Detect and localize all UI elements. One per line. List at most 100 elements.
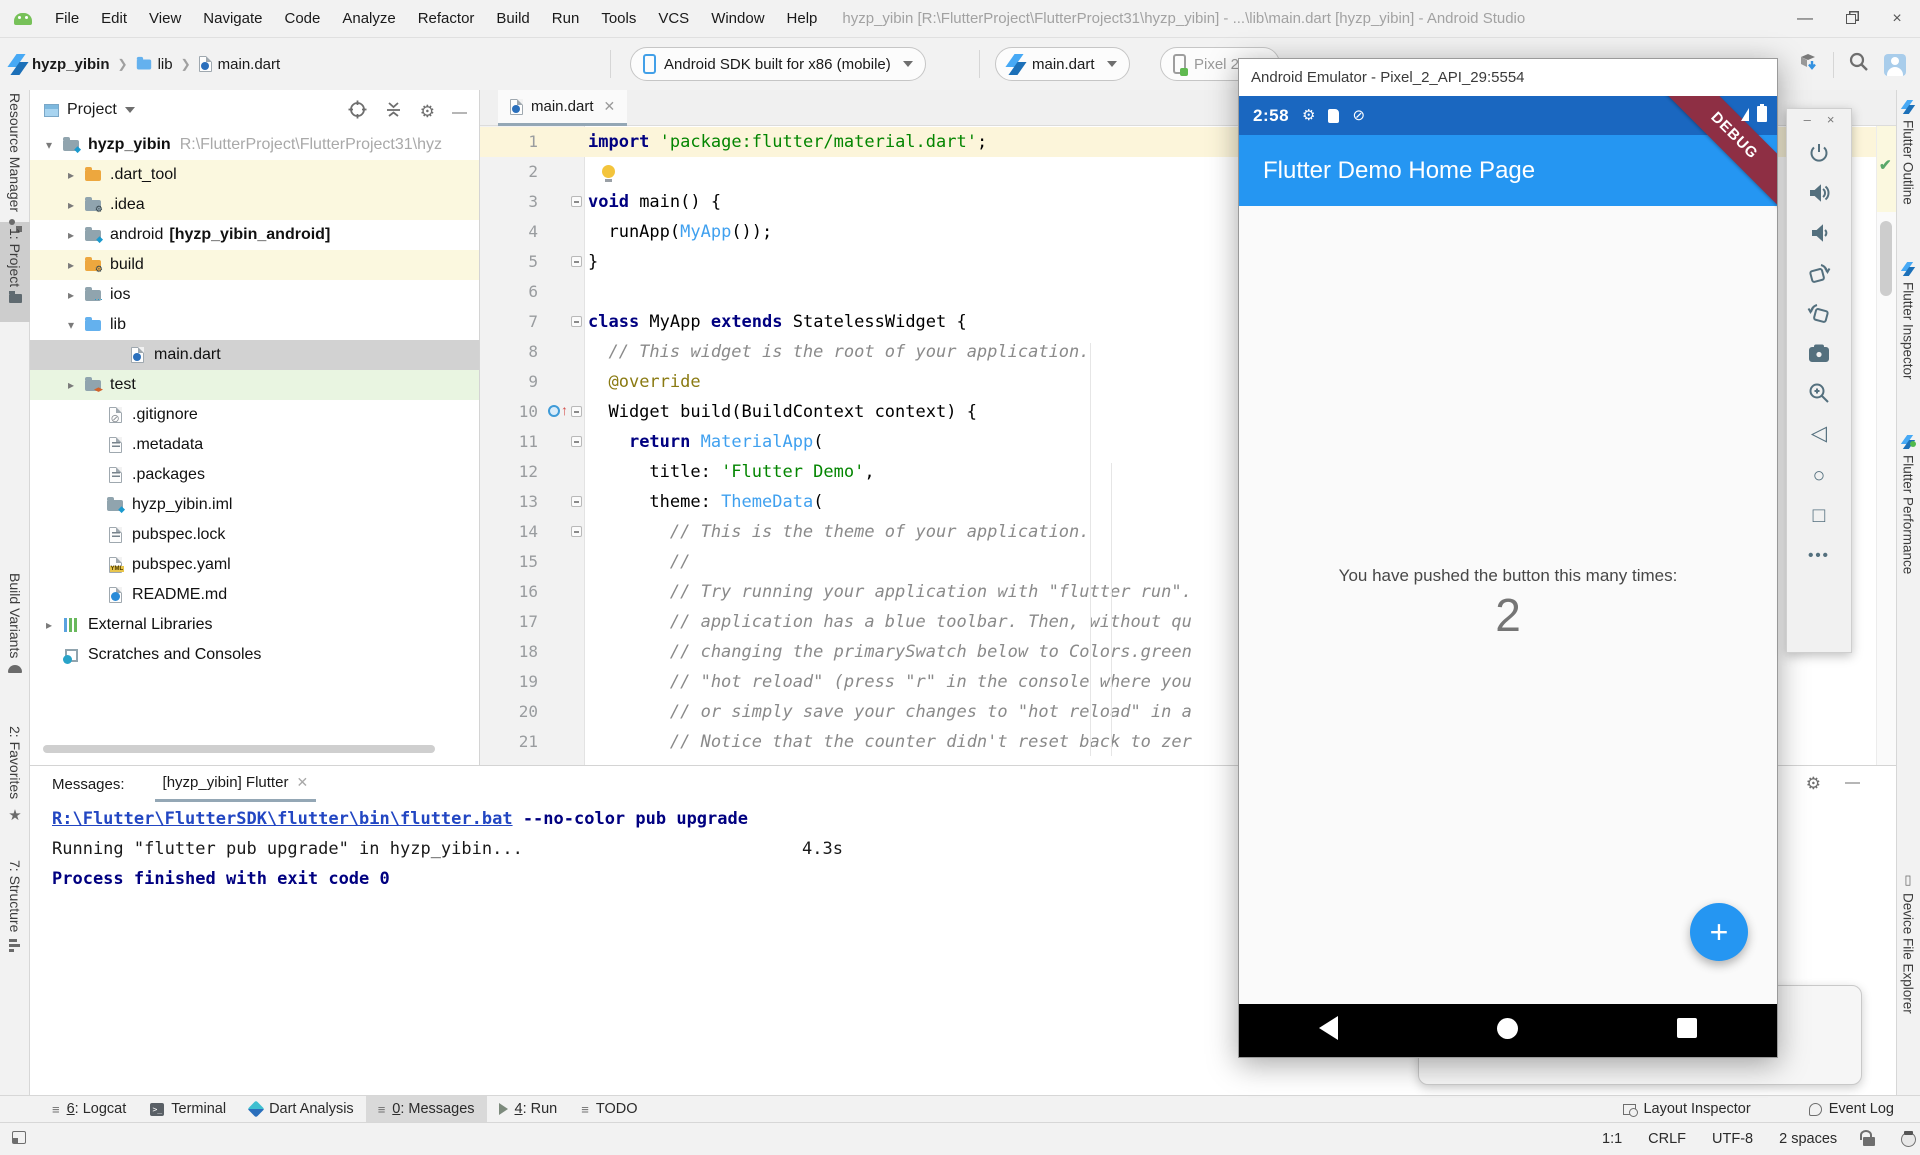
locate-file-icon[interactable] [348, 100, 367, 124]
sidebar-item-device-file-explorer[interactable]: ▯ Device File Explorer [1896, 873, 1920, 1014]
toolwindow-button-event-log[interactable]: Event Log [1797, 1096, 1906, 1123]
tree-right-arrow-icon[interactable]: ▸ [60, 168, 82, 182]
menu-window[interactable]: Window [700, 10, 775, 27]
tree-item-hyzp_yibin-iml[interactable]: ◆hyzp_yibin.iml [30, 490, 479, 520]
sidebar-item-flutter-outline[interactable]: Flutter Outline [1896, 100, 1920, 205]
menu-refactor[interactable]: Refactor [407, 10, 486, 27]
run-config-selector[interactable]: main.dart [995, 47, 1130, 81]
tree-right-arrow-icon[interactable]: ▸ [60, 198, 82, 212]
emulator-zoom-button[interactable] [1799, 373, 1839, 413]
emulator-home-button[interactable]: ○ [1799, 455, 1839, 495]
menu-analyze[interactable]: Analyze [331, 10, 406, 27]
nav-home-button[interactable] [1497, 1018, 1518, 1039]
minimize-button[interactable]: — [1782, 10, 1828, 28]
tree-item-android[interactable]: ▸◆android [hyzp_yibin_android] [30, 220, 479, 250]
tree-item-ios[interactable]: ▸⋯ios [30, 280, 479, 310]
tree-item-External-Libraries[interactable]: ▸External Libraries [30, 610, 479, 640]
tree-item--idea[interactable]: ▸⚙.idea [30, 190, 479, 220]
close-icon[interactable]: ✕ [296, 774, 308, 791]
sidebar-item-resource-manager[interactable]: Resource Manager [0, 93, 30, 232]
tree-item-main-dart[interactable]: main.dart [30, 340, 479, 370]
intention-bulb-icon[interactable] [602, 165, 615, 178]
tree-item-pubspec-lock[interactable]: pubspec.lock [30, 520, 479, 550]
chevron-down-icon[interactable] [125, 107, 135, 113]
toolwindow-button-todo[interactable]: ≡TODO [569, 1096, 649, 1123]
horizontal-scrollbar[interactable] [43, 745, 435, 753]
lock-icon[interactable] [1863, 1137, 1875, 1146]
inspections-face-icon[interactable] [1901, 1132, 1916, 1147]
menu-help[interactable]: Help [776, 10, 829, 27]
breadcrumb-item-main-dart[interactable]: main.dart [199, 56, 281, 73]
tree-item--gitignore[interactable]: .gitignore [30, 400, 479, 430]
collapse-all-icon[interactable] [384, 100, 403, 124]
emulator-camera-button[interactable] [1799, 333, 1839, 373]
menu-navigate[interactable]: Navigate [192, 10, 273, 27]
sidebar-item-structure[interactable]: 7: Structure [0, 860, 30, 952]
fab-increment-button[interactable]: + [1690, 903, 1748, 961]
tree-item-hyzp_yibin[interactable]: ▾◆hyzp_yibinR:\FlutterProject\FlutterPro… [30, 130, 479, 160]
tab-main-dart[interactable]: main.dart ✕ [498, 90, 627, 126]
menu-build[interactable]: Build [485, 10, 540, 27]
breadcrumb-item-hyzp_yibin[interactable]: hyzp_yibin [10, 54, 110, 74]
console-link[interactable]: R:\Flutter\FlutterSDK\flutter\bin\flutte… [52, 809, 513, 829]
tree-right-arrow-icon[interactable]: ▸ [38, 618, 60, 632]
sidebar-item-flutter-inspector[interactable]: Flutter Inspector [1896, 262, 1920, 380]
gear-icon[interactable]: ⚙ [420, 102, 435, 122]
breadcrumb-item-lib[interactable]: lib [136, 56, 173, 73]
tree-item-build[interactable]: ▸⚙build [30, 250, 479, 280]
tree-item-test[interactable]: ▸◂▸test [30, 370, 479, 400]
tree-item-lib[interactable]: ▾lib [30, 310, 479, 340]
status-1-1[interactable]: 1:1 [1602, 1131, 1622, 1147]
tree-item-README-md[interactable]: README.md [30, 580, 479, 610]
menu-tools[interactable]: Tools [590, 10, 647, 27]
close-icon[interactable]: ✕ [604, 98, 616, 115]
menu-file[interactable]: File [44, 10, 90, 27]
tree-right-arrow-icon[interactable]: ▸ [60, 228, 82, 242]
menu-view[interactable]: View [138, 10, 192, 27]
project-view-selector[interactable]: Project [67, 101, 117, 119]
tree-down-arrow-icon[interactable]: ▾ [38, 138, 60, 152]
tree-item-Scratches-and-Consoles[interactable]: Scratches and Consoles [30, 640, 479, 670]
tree-item--metadata[interactable]: .metadata [30, 430, 479, 460]
tree-down-arrow-icon[interactable]: ▾ [60, 318, 82, 332]
hide-panel-icon[interactable]: — [452, 104, 467, 121]
avatar[interactable] [1884, 54, 1906, 76]
tab-flutter-output[interactable]: [hyzp_yibin] Flutter ✕ [155, 766, 317, 802]
emulator-screen[interactable]: DEBUG 2:58 ⚙ ⊘ Flutter Demo Home Page Yo… [1239, 96, 1777, 1057]
emulator-rotate-right-button[interactable] [1799, 293, 1839, 333]
gear-icon[interactable]: ⚙ [1806, 774, 1821, 794]
emulator-more-button[interactable]: ••• [1799, 535, 1839, 575]
emulator-back-button[interactable]: ◁ [1799, 413, 1839, 453]
toolwindow-button-logcat[interactable]: ≡6: Logcat [40, 1096, 138, 1123]
tree-item--packages[interactable]: .packages [30, 460, 479, 490]
tree-right-arrow-icon[interactable]: ▸ [60, 288, 82, 302]
maximize-button[interactable] [1828, 10, 1874, 28]
tree-right-arrow-icon[interactable]: ▸ [60, 258, 82, 272]
tree-item--dart_tool[interactable]: ▸.dart_tool [30, 160, 479, 190]
minimize-button[interactable]: – [1804, 112, 1811, 127]
menu-run[interactable]: Run [541, 10, 591, 27]
close-button[interactable]: × [1827, 112, 1835, 127]
emulator-power-button[interactable] [1799, 133, 1839, 173]
status-UTF-8[interactable]: UTF-8 [1712, 1131, 1753, 1147]
status-CRLF[interactable]: CRLF [1648, 1131, 1686, 1147]
sidebar-item-flutter-performance[interactable]: Flutter Performance [1896, 435, 1920, 574]
toolwindow-button-run[interactable]: 4: Run [487, 1096, 570, 1123]
sidebar-item-build-variants[interactable]: Build Variants [0, 573, 30, 673]
nav-back-button[interactable] [1319, 1016, 1338, 1040]
emulator-volume-up-button[interactable] [1799, 173, 1839, 213]
toolwindow-button-layout-inspector[interactable]: Layout Inspector [1611, 1096, 1762, 1123]
search-icon[interactable] [1848, 51, 1870, 78]
emulator-rotate-left-button[interactable] [1799, 253, 1839, 293]
nav-overview-button[interactable] [1677, 1018, 1697, 1038]
tool-window-toggle-icon[interactable] [12, 1131, 26, 1144]
toolwindow-button-terminal[interactable]: >_Terminal [138, 1096, 238, 1123]
tree-right-arrow-icon[interactable]: ▸ [60, 378, 82, 392]
editor-scrollbar[interactable]: ✔ [1876, 126, 1896, 765]
toolwindow-button-dart-analysis[interactable]: Dart Analysis [238, 1096, 366, 1123]
sidebar-item-favorites[interactable]: 2: Favorites ★ [0, 726, 30, 824]
menu-vcs[interactable]: VCS [647, 10, 700, 27]
close-button[interactable]: × [1874, 10, 1920, 28]
toolwindow-button-messages[interactable]: ≡0: Messages [366, 1096, 487, 1123]
sidebar-item-project[interactable]: 1: Project [0, 228, 30, 303]
